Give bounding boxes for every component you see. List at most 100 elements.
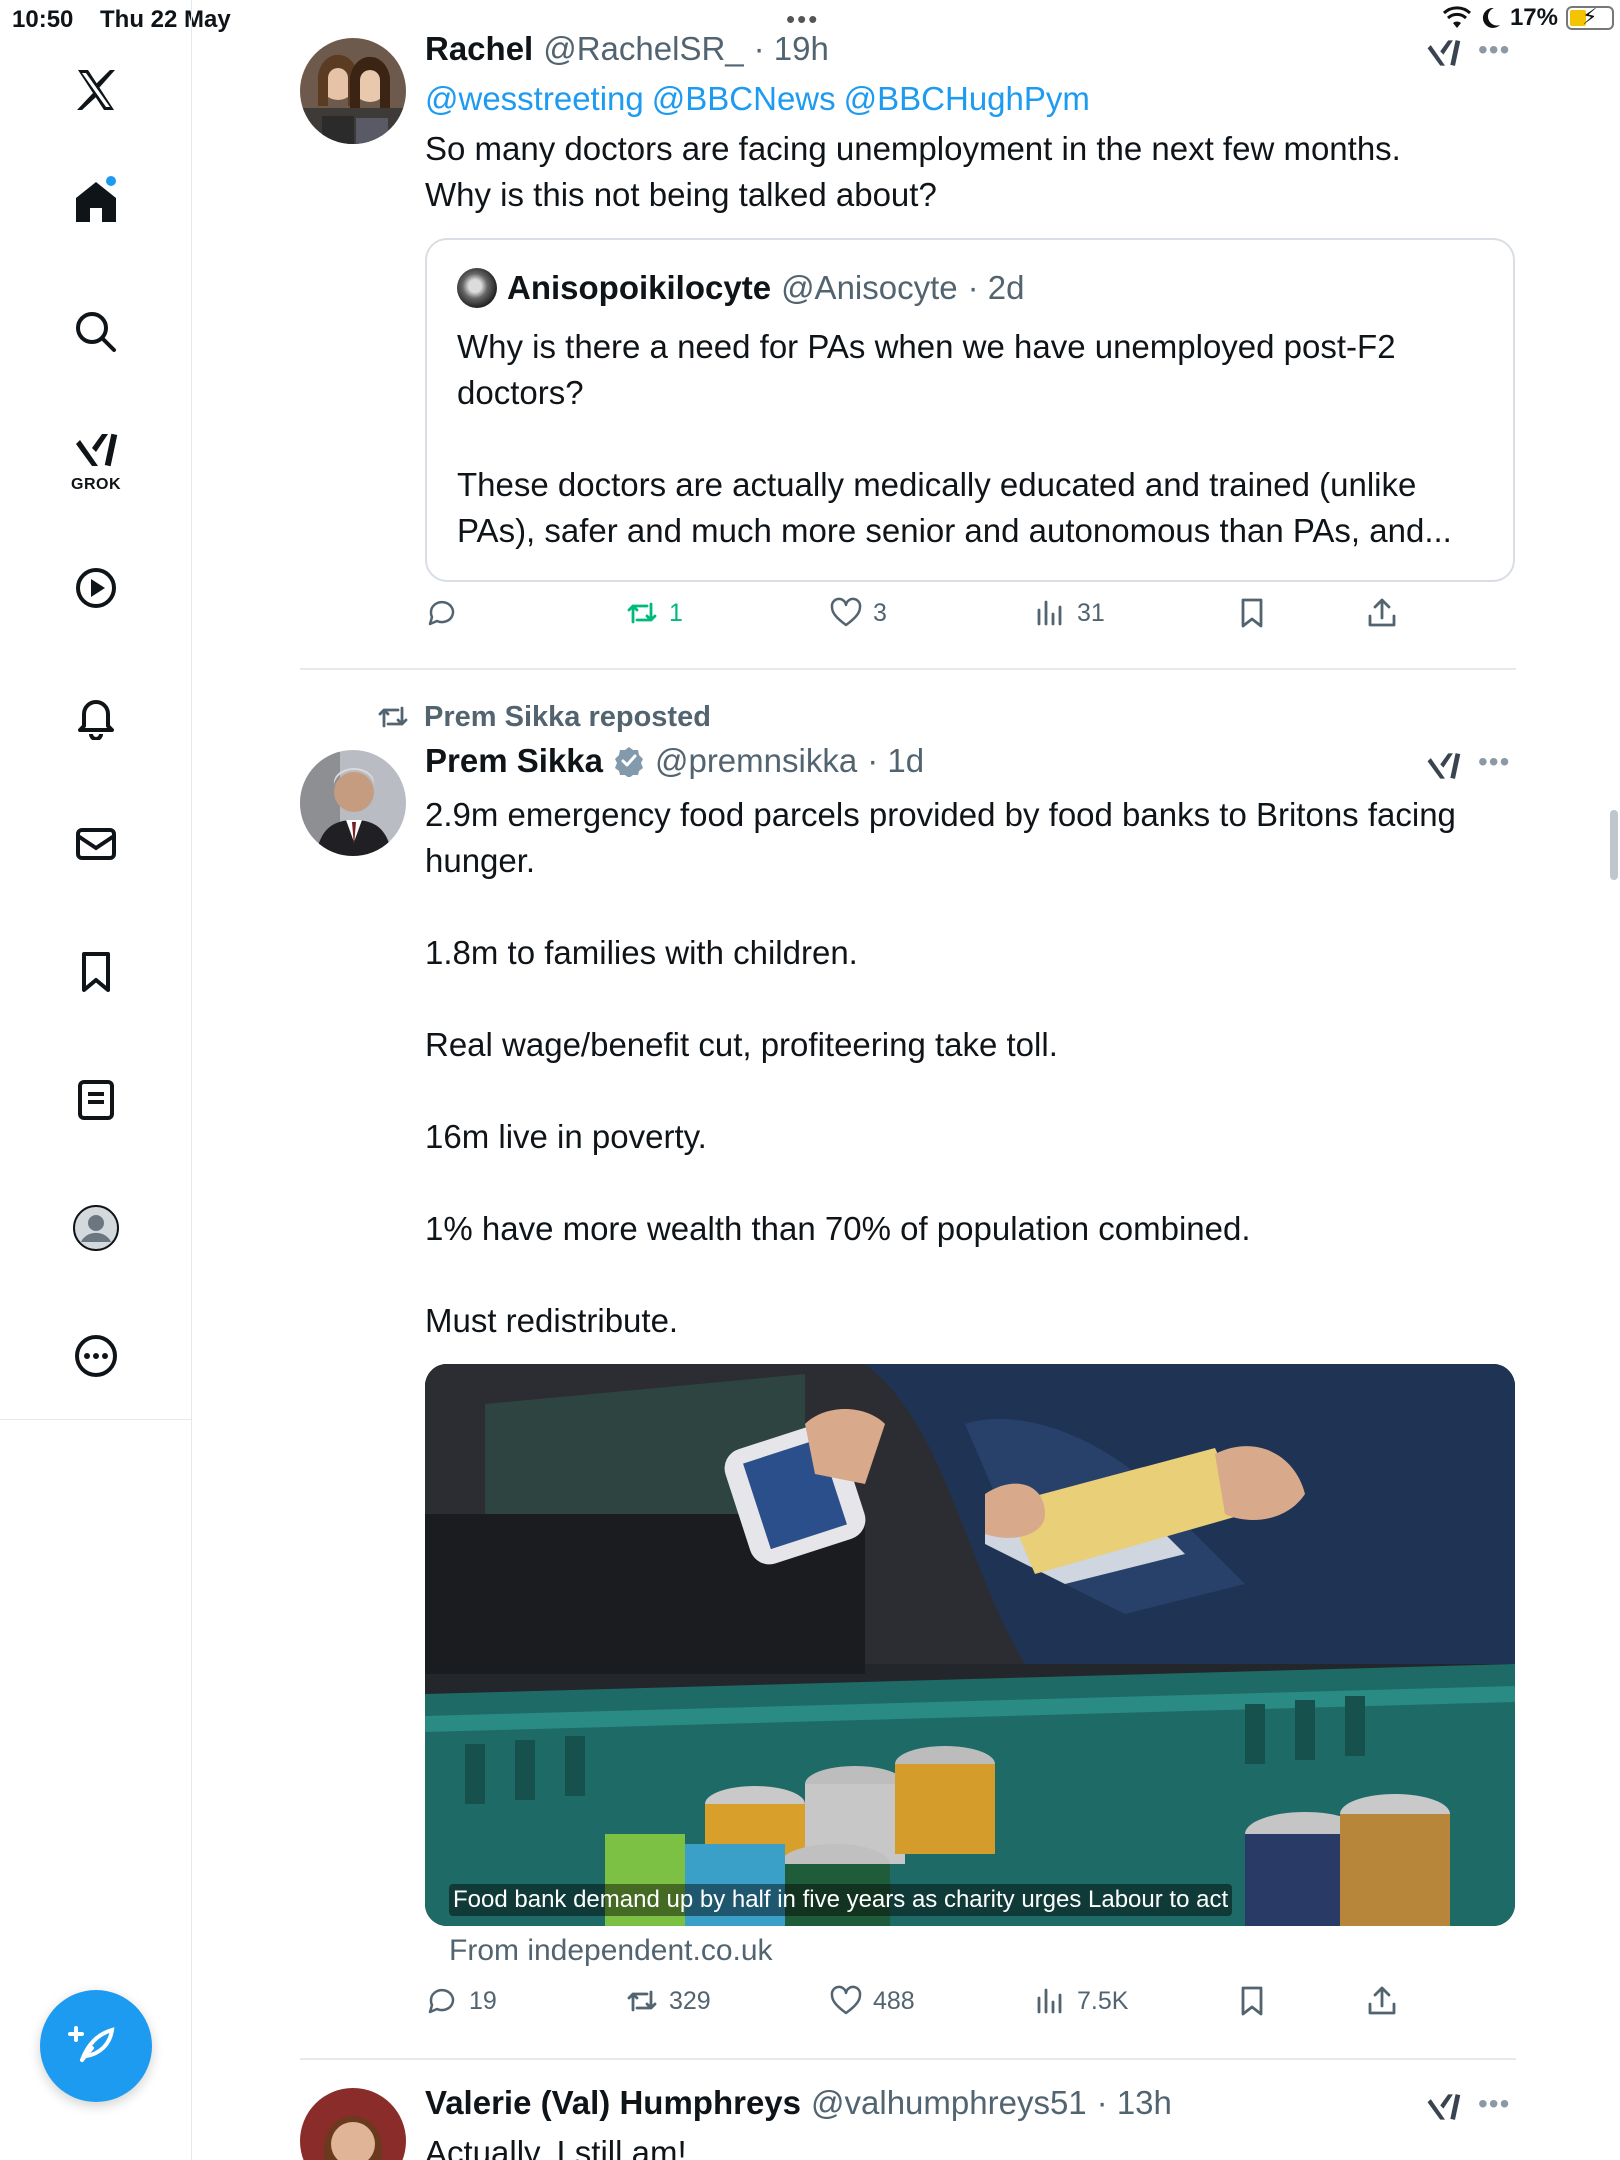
repost-icon <box>627 602 657 624</box>
post-time[interactable]: · 19h <box>754 30 829 68</box>
views-button[interactable]: 31 <box>1033 596 1105 630</box>
post-text: 2.9m emergency food parcels provided by … <box>425 796 1456 1339</box>
repost-button[interactable]: 1 <box>625 596 683 630</box>
food-bank-photo <box>425 1364 1515 1926</box>
repost-button[interactable]: 329 <box>625 1984 711 2018</box>
author-handle[interactable]: @valhumphreys51 <box>811 2084 1087 2122</box>
mention-link[interactable]: @wesstreeting <box>425 80 644 117</box>
sidebar: GROK <box>0 0 192 2160</box>
quoted-author-handle: @Anisocyte <box>781 269 958 306</box>
sidebar-nav: GROK <box>0 0 192 1420</box>
repost-indicator: Prem Sikka reposted <box>376 700 711 734</box>
bookmark-icon <box>1241 598 1263 628</box>
reply-icon <box>428 1988 455 2014</box>
post-header: Rachel @RachelSR_ · 19h <box>425 30 829 68</box>
repost-icon <box>627 1990 657 2012</box>
more-icon[interactable] <box>66 1326 126 1386</box>
quoted-post-header: Anisopoikilocyte @Anisocyte · 2d <box>457 268 1025 308</box>
bookmark-icon[interactable] <box>66 942 126 1002</box>
battery-percent: 17% <box>1509 4 1558 31</box>
post-time[interactable]: · 1d <box>867 742 924 780</box>
post-header: Prem Sikka @premnsikka · 1d <box>425 742 924 780</box>
post-header: Valerie (Val) Humphreys @valhumphreys51 … <box>425 2084 1172 2122</box>
bookmark-icon <box>1241 1986 1263 2016</box>
views-count: 7.5K <box>1077 1986 1129 2015</box>
post-text: Actually, I still am! <box>425 2134 687 2160</box>
grok-explain-icon[interactable] <box>1426 2088 1464 2126</box>
moon-icon <box>1482 7 1500 28</box>
video-play-icon[interactable] <box>66 558 126 618</box>
lists-icon[interactable] <box>66 1070 126 1130</box>
reply-button[interactable] <box>425 596 469 630</box>
reply-icon <box>428 600 455 626</box>
views-count: 31 <box>1077 598 1105 627</box>
share-icon <box>1368 1986 1396 2015</box>
like-button[interactable]: 488 <box>829 1984 915 2018</box>
more-options-icon[interactable]: ••• <box>1478 746 1510 778</box>
like-button[interactable]: 3 <box>829 596 887 630</box>
status-right: 17% ⚡ <box>1442 4 1614 32</box>
x-logo-icon[interactable] <box>66 60 126 120</box>
views-icon <box>1037 1988 1062 2014</box>
post-time[interactable]: · 13h <box>1097 2084 1172 2122</box>
share-button[interactable] <box>1365 596 1399 630</box>
author-handle[interactable]: @premnsikka <box>655 742 857 780</box>
like-count: 488 <box>873 1986 915 2015</box>
link-source[interactable]: From independent.co.uk <box>449 1934 773 1968</box>
avatar[interactable] <box>300 750 406 856</box>
mail-icon[interactable] <box>66 814 126 874</box>
wifi-icon <box>1442 6 1471 28</box>
post-divider <box>300 2058 1516 2060</box>
like-count: 3 <box>873 598 887 627</box>
avatar[interactable] <box>300 38 406 144</box>
grok-explain-icon[interactable] <box>1426 34 1464 72</box>
more-options-icon[interactable]: ••• <box>1478 2088 1510 2120</box>
repost-count: 329 <box>669 1986 711 2015</box>
author-handle[interactable]: @RachelSR_ <box>543 30 743 68</box>
link-card-image[interactable]: Food bank demand up by half in five year… <box>425 1364 1515 1926</box>
home-icon[interactable] <box>66 172 126 232</box>
mention-link[interactable]: @BBCNews <box>652 80 836 117</box>
author-name[interactable]: Rachel <box>425 30 533 68</box>
compose-button[interactable] <box>40 1990 152 2102</box>
mention-link[interactable]: @BBCHughPym <box>844 80 1090 117</box>
repost-count: 1 <box>669 598 683 627</box>
grok-icon[interactable] <box>66 420 126 480</box>
compose-icon <box>68 2026 115 2062</box>
bookmark-button[interactable] <box>1235 596 1269 630</box>
reply-button[interactable]: 19 <box>425 1984 497 2018</box>
scrollbar[interactable] <box>1610 810 1618 880</box>
reply-count: 19 <box>469 1986 497 2015</box>
post-divider <box>300 668 1516 670</box>
search-icon[interactable] <box>66 302 126 362</box>
repost-icon <box>378 706 408 728</box>
link-card-caption: Food bank demand up by half in five year… <box>449 1884 1233 1916</box>
quoted-post[interactable]: Anisopoikilocyte @Anisocyte · 2d Why is … <box>425 238 1515 582</box>
grok-label: GROK <box>71 476 121 493</box>
views-icon <box>1037 600 1062 626</box>
grok-explain-icon[interactable] <box>1426 747 1464 785</box>
bell-icon[interactable] <box>66 686 126 746</box>
mentions: @wesstreeting @BBCNews @BBCHughPym <box>425 80 1098 118</box>
share-icon <box>1368 598 1396 627</box>
repost-label[interactable]: Prem Sikka reposted <box>424 701 711 734</box>
profile-icon[interactable] <box>66 1198 126 1258</box>
battery-icon: ⚡ <box>1566 4 1614 30</box>
views-button[interactable]: 7.5K <box>1033 1984 1128 2018</box>
avatar[interactable] <box>300 2088 406 2160</box>
notification-dot <box>106 176 116 186</box>
heart-icon <box>830 597 862 627</box>
heart-icon <box>830 1985 862 2015</box>
bookmark-button[interactable] <box>1235 1984 1269 2018</box>
more-options-icon[interactable]: ••• <box>1478 34 1510 66</box>
verified-badge-icon[interactable] <box>613 745 645 777</box>
author-name[interactable]: Valerie (Val) Humphreys <box>425 2084 801 2122</box>
quoted-post-text: Why is there a need for PAs when we have… <box>457 328 1452 549</box>
post-text: So many doctors are facing unemployment … <box>425 130 1401 213</box>
quoted-author-name: Anisopoikilocyte <box>507 269 772 306</box>
post-actions: 1 3 31 <box>425 596 1505 646</box>
share-button[interactable] <box>1365 1984 1399 2018</box>
quoted-avatar <box>457 268 497 308</box>
author-name[interactable]: Prem Sikka <box>425 742 603 780</box>
quoted-post-time: · 2d <box>967 269 1025 306</box>
